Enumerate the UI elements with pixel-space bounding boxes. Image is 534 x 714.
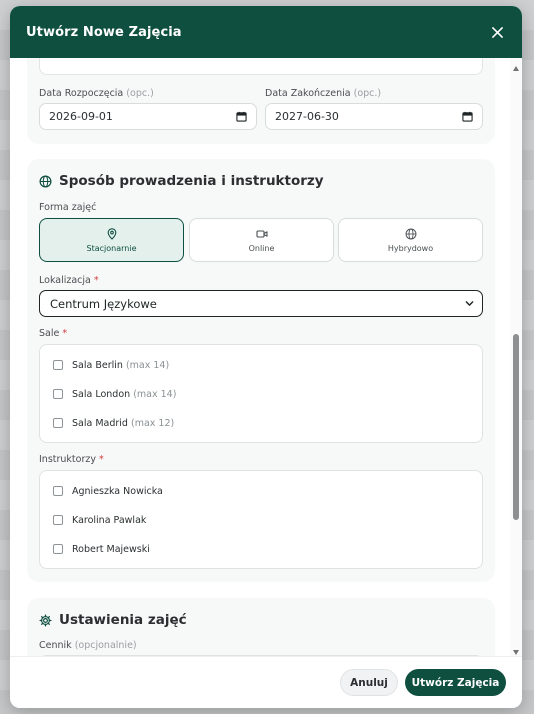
checkbox[interactable] xyxy=(53,360,63,370)
location-value: Centrum Językowe xyxy=(50,296,157,311)
checkbox[interactable] xyxy=(53,418,63,428)
class-settings-card: Ustawienia zajęć Cennik (opcjonalnie) xyxy=(27,598,495,656)
instructor-option[interactable]: Karolina Pawlak xyxy=(53,513,146,527)
modal-body[interactable]: Data Rozpoczęcia (opc.) 2026-09-01 Data … xyxy=(10,58,522,656)
checkbox[interactable] xyxy=(53,486,63,496)
mode-section-title: Sposób prowadzenia i instruktorzy xyxy=(39,173,324,189)
description-field-partial[interactable] xyxy=(39,58,483,75)
close-button[interactable] xyxy=(488,23,506,41)
form-of-class-label: Forma zajęć xyxy=(39,202,97,213)
end-date-input[interactable]: 2027-06-30 xyxy=(265,103,483,130)
scroll-thumb[interactable] xyxy=(513,334,519,520)
start-date-value: 2026-09-01 xyxy=(49,110,113,123)
video-icon xyxy=(255,229,268,238)
modal-scrollbar[interactable] xyxy=(510,58,522,656)
calendar-icon[interactable] xyxy=(236,111,247,122)
checkbox[interactable] xyxy=(53,389,63,399)
mode-option-stationary[interactable]: Stacjonarnie xyxy=(39,218,184,262)
instructor-option[interactable]: Robert Majewski xyxy=(53,542,150,556)
calendar-icon[interactable] xyxy=(462,111,473,122)
modal-header: Utwórz Nowe Zajęcia xyxy=(10,6,522,58)
room-option-berlin[interactable]: Sala Berlin (max 14) xyxy=(53,358,169,372)
start-date-label: Data Rozpoczęcia (opc.) xyxy=(39,88,154,99)
mode-option-hybrid[interactable]: Hybrydowo xyxy=(338,218,483,262)
rooms-list: Sala Berlin (max 14) Sala London (max 14… xyxy=(39,344,483,443)
create-class-modal: Utwórz Nowe Zajęcia Data Rozpoczęcia (op… xyxy=(10,6,522,708)
modal-title: Utwórz Nowe Zajęcia xyxy=(26,24,182,40)
scroll-down-arrow[interactable] xyxy=(512,648,520,656)
start-date-input[interactable]: 2026-09-01 xyxy=(39,103,257,130)
create-class-button[interactable]: Utwórz Zajęcia xyxy=(405,669,506,696)
chevron-down-icon xyxy=(465,301,474,306)
arrow-up-icon xyxy=(513,65,519,71)
gear-icon xyxy=(39,613,52,627)
instructors-list: Agnieszka Nowicka Karolina Pawlak Robert… xyxy=(39,470,483,569)
room-option-madrid[interactable]: Sala Madrid (max 12) xyxy=(53,416,174,430)
end-date-label: Data Zakończenia (opc.) xyxy=(265,88,382,99)
cancel-button[interactable]: Anuluj xyxy=(340,669,398,696)
scroll-up-arrow[interactable] xyxy=(512,64,520,72)
arrow-down-icon xyxy=(513,649,519,655)
close-icon xyxy=(491,26,503,38)
room-option-london[interactable]: Sala London (max 14) xyxy=(53,387,176,401)
map-pin-icon xyxy=(107,227,116,240)
location-label: Lokalizacja * xyxy=(39,275,99,286)
globe-icon xyxy=(405,228,416,239)
mode-option-online[interactable]: Online xyxy=(189,218,334,262)
pricing-label: Cennik (opcjonalnie) xyxy=(39,640,137,651)
rooms-label: Sale * xyxy=(39,328,68,339)
end-date-value: 2027-06-30 xyxy=(275,110,339,123)
checkbox[interactable] xyxy=(53,544,63,554)
globe-icon xyxy=(39,175,52,187)
location-select[interactable]: Centrum Językowe xyxy=(39,290,483,317)
instructors-label: Instruktorzy * xyxy=(39,454,104,465)
checkbox[interactable] xyxy=(53,515,63,525)
modal-footer: Anuluj Utwórz Zajęcia xyxy=(10,656,522,708)
settings-section-title: Ustawienia zajęć xyxy=(39,612,187,628)
mode-instructors-card: Sposób prowadzenia i instruktorzy Forma … xyxy=(27,159,495,582)
dates-card: Data Rozpoczęcia (opc.) 2026-09-01 Data … xyxy=(27,58,495,144)
instructor-option[interactable]: Agnieszka Nowicka xyxy=(53,484,163,498)
